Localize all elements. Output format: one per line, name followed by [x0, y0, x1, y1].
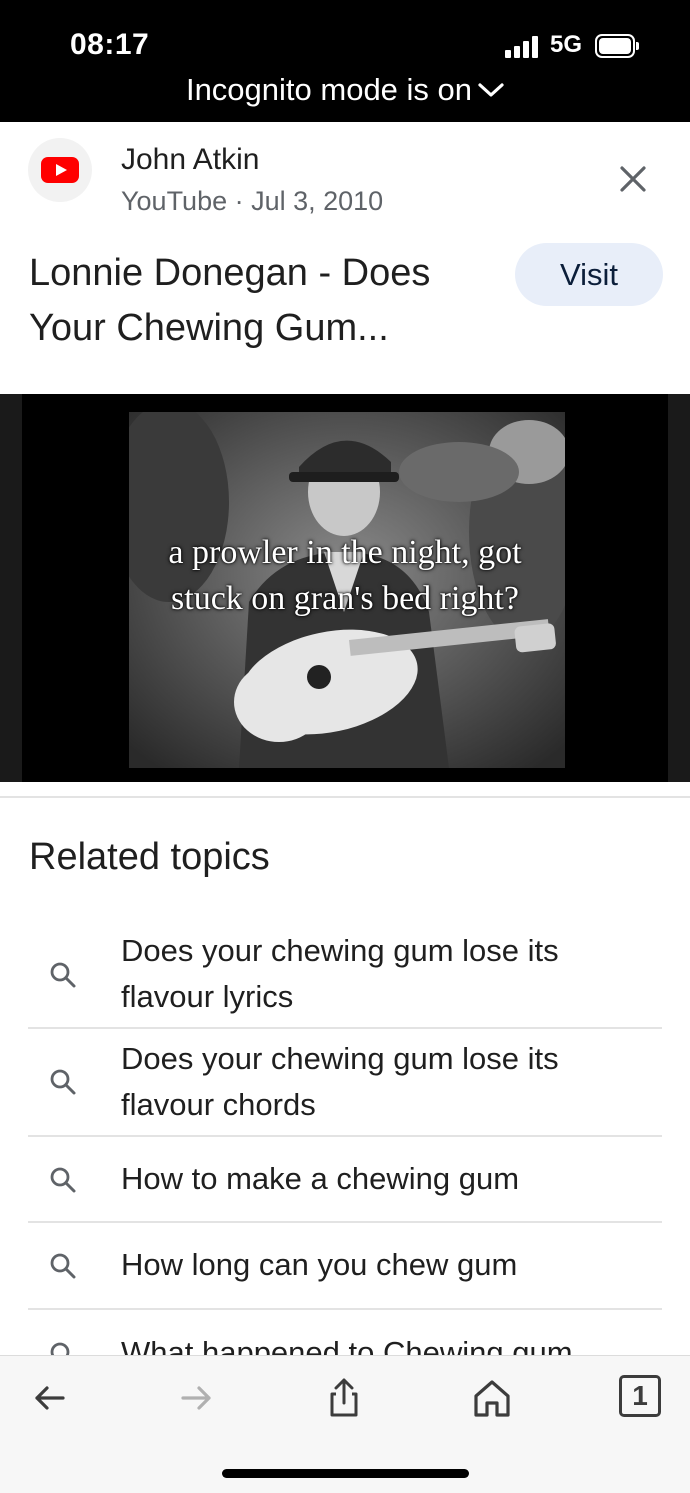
visit-button[interactable]: Visit	[515, 243, 663, 306]
related-topic-item[interactable]: How long can you chew gum	[28, 1223, 662, 1310]
back-arrow-icon[interactable]	[27, 1376, 71, 1420]
tabs-icon[interactable]: 1	[619, 1375, 663, 1419]
related-topic-label: How to make a chewing gum	[121, 1161, 520, 1196]
search-icon	[50, 1253, 76, 1279]
related-topic-item[interactable]: Does your chewing gum lose its flavour c…	[28, 1029, 662, 1137]
status-time: 08:17	[70, 28, 150, 61]
divider	[0, 796, 690, 798]
network-label: 5G	[550, 31, 583, 58]
battery-icon	[595, 34, 639, 58]
related-topic-label: How long can you chew gum	[121, 1247, 518, 1282]
incognito-banner[interactable]: Incognito mode is on	[0, 72, 690, 108]
video-caption: a prowler in the night, got stuck on gra…	[0, 530, 690, 622]
related-topic-item[interactable]: Does your chewing gum lose its flavour l…	[28, 922, 662, 1029]
forward-arrow-icon[interactable]	[175, 1376, 219, 1420]
video-caption-line2: stuck on gran's bed right?	[171, 580, 519, 617]
incognito-label: Incognito mode is on	[185, 72, 473, 107]
search-icon	[50, 1069, 76, 1095]
close-icon[interactable]	[612, 158, 654, 200]
signal-icon	[505, 36, 541, 58]
related-topic-label: Does your chewing gum lose its flavour l…	[121, 933, 559, 1014]
result-title[interactable]: Lonnie Donegan - Does Your Chewing Gum..…	[29, 246, 499, 356]
related-topic-label: Does your chewing gum lose its flavour c…	[121, 1041, 559, 1122]
status-bar: 08:17 5G Incognito mode is on	[0, 0, 690, 122]
home-indicator[interactable]	[222, 1469, 469, 1478]
video-caption-line1: a prowler in the night, got	[168, 534, 522, 571]
related-topic-item[interactable]: How to make a chewing gum	[28, 1137, 662, 1223]
related-topics-heading: Related topics	[29, 836, 270, 878]
chevron-down-icon	[478, 83, 504, 97]
youtube-logo-icon	[41, 157, 79, 183]
video-preview[interactable]: a prowler in the night, got stuck on gra…	[0, 394, 690, 782]
tab-count: 1	[619, 1375, 661, 1417]
source-avatar	[28, 138, 92, 202]
source-and-date: YouTube · Jul 3, 2010	[121, 186, 384, 216]
author-name: John Atkin	[121, 143, 260, 176]
share-icon[interactable]	[322, 1376, 366, 1420]
home-icon[interactable]	[470, 1376, 514, 1420]
search-icon	[50, 1167, 76, 1193]
search-icon	[50, 962, 76, 988]
